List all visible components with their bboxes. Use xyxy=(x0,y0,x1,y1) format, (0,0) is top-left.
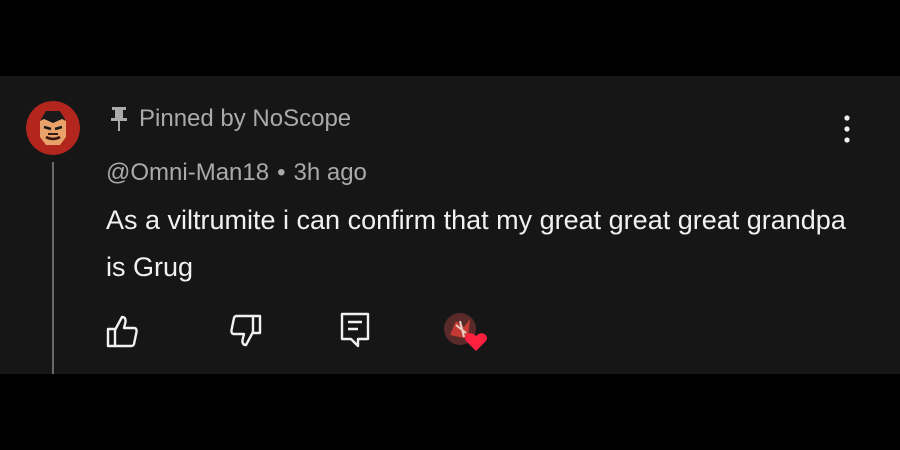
like-button[interactable] xyxy=(104,313,140,349)
pin-icon xyxy=(109,106,129,132)
pinned-label: Pinned by NoScope xyxy=(139,105,352,132)
comment-time[interactable]: 3h ago xyxy=(293,159,366,187)
comment-meta: @Omni-Man18 • 3h ago xyxy=(106,157,367,189)
thread-line xyxy=(52,162,54,374)
creator-heart-badge xyxy=(442,311,490,355)
meta-separator: • xyxy=(277,159,286,186)
thumbs-down-icon xyxy=(230,314,262,347)
more-vert-icon[interactable] xyxy=(832,112,862,146)
comment-author[interactable]: @Omni-Man18 xyxy=(106,159,269,187)
avatar[interactable] xyxy=(26,101,80,155)
comment-reply-icon xyxy=(340,312,370,348)
pinned-row: Pinned by NoScope xyxy=(109,104,351,134)
thumbs-up-icon xyxy=(106,315,138,348)
dislike-button[interactable] xyxy=(228,313,264,349)
creator-heart-icon xyxy=(465,333,487,351)
comment-text: As a viltrumite i can confirm that my gr… xyxy=(106,205,846,282)
reply-button[interactable] xyxy=(337,311,373,349)
